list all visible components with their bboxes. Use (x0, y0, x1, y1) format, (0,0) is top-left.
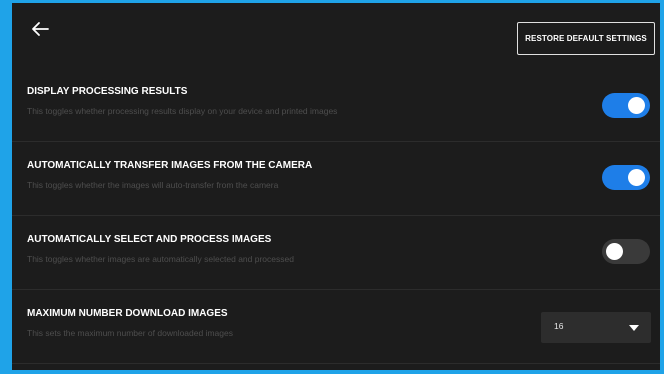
setting-row-auto-select-process-images: AUTOMATICALLY SELECT AND PROCESS IMAGES … (12, 215, 660, 290)
setting-row-display-processing-results: DISPLAY PROCESSING RESULTS This toggles … (12, 67, 660, 142)
back-arrow-icon[interactable] (28, 17, 52, 41)
setting-row-auto-transfer-images: AUTOMATICALLY TRANSFER IMAGES FROM THE C… (12, 141, 660, 216)
auto-transfer-images-toggle[interactable] (602, 165, 650, 190)
setting-description: This sets the maximum number of download… (27, 328, 233, 338)
select-value: 16 (554, 321, 564, 331)
chevron-down-icon (629, 325, 639, 331)
toggle-knob (606, 243, 623, 260)
toggle-knob (628, 97, 645, 114)
toggle-knob (628, 169, 645, 186)
restore-default-settings-button[interactable]: RESTORE DEFAULT SETTINGS (517, 22, 655, 55)
setting-description: This toggles whether the images will aut… (27, 180, 279, 190)
setting-title: MAXIMUM NUMBER DOWNLOAD IMAGES (27, 308, 228, 319)
settings-screen: RESTORE DEFAULT SETTINGS DISPLAY PROCESS… (12, 3, 660, 370)
setting-description: This toggles whether processing results … (27, 106, 338, 116)
setting-title: AUTOMATICALLY TRANSFER IMAGES FROM THE C… (27, 160, 313, 171)
display-processing-results-toggle[interactable] (602, 93, 650, 118)
setting-title: AUTOMATICALLY SELECT AND PROCESS IMAGES (27, 234, 272, 245)
auto-select-process-images-toggle[interactable] (602, 239, 650, 264)
setting-description: This toggles whether images are automati… (27, 254, 294, 264)
setting-title: DISPLAY PROCESSING RESULTS (27, 86, 188, 97)
max-download-images-select[interactable]: 16 (541, 312, 651, 343)
